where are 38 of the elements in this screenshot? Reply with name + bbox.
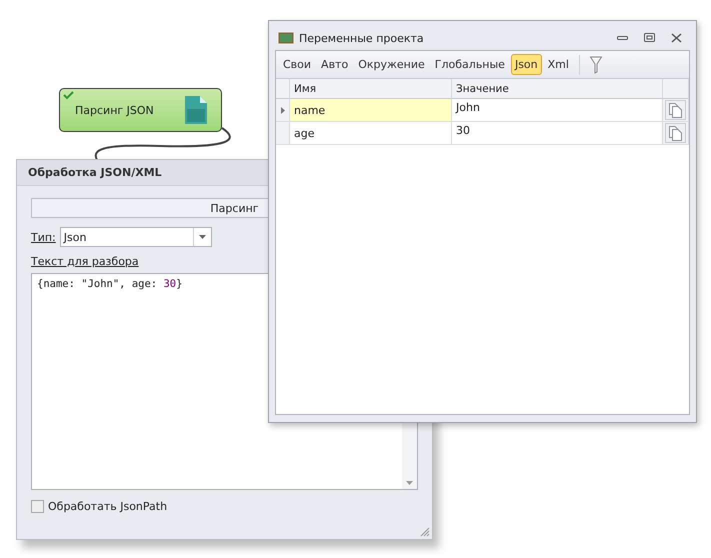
file-icon [185, 96, 207, 124]
row-header-cell[interactable] [276, 99, 290, 122]
filter-icon[interactable] [590, 56, 602, 74]
board-icon [278, 32, 294, 44]
row-header-cell[interactable] [276, 122, 290, 145]
scroll-down-icon [406, 481, 413, 485]
copy-icon [669, 102, 682, 118]
caret-icon [198, 235, 206, 239]
variable-value-cell[interactable]: 30 [452, 122, 663, 145]
filter-tab[interactable]: Глобальные [430, 54, 509, 75]
close-icon[interactable] [671, 33, 682, 43]
jsonpath-checkbox[interactable] [31, 500, 44, 513]
flow-node[interactable]: Парсинг JSON [59, 88, 222, 132]
code-field[interactable]: {name: "John", age: 30} [32, 274, 188, 294]
variable-name-cell[interactable]: age [290, 122, 452, 145]
restore-icon[interactable] [644, 33, 655, 43]
jsonpath-label: Обработать JsonPath [48, 500, 168, 513]
copy-icon [669, 126, 682, 140]
variable-value-cell[interactable]: John [452, 99, 663, 122]
filter-tab[interactable]: Свои [279, 54, 316, 75]
column-header[interactable]: Имя [290, 79, 452, 99]
minimize-icon[interactable] [617, 33, 628, 43]
text-label: Текст для разбора [31, 255, 140, 268]
column-header[interactable]: Значение [452, 79, 663, 99]
resize-grip-icon [420, 527, 430, 537]
filter-tab[interactable]: Окружение [354, 54, 429, 75]
filter-tab[interactable]: Авто [317, 54, 352, 75]
type-dropdown[interactable]: Json [60, 227, 212, 247]
filter-tab[interactable]: Xml [544, 54, 573, 75]
node-title: Парсинг JSON [75, 104, 155, 116]
window-title: Переменные проекта [299, 32, 425, 44]
header-corner-cell [276, 79, 290, 99]
copy-button[interactable] [665, 123, 686, 143]
variable-name-cell[interactable]: name [290, 99, 452, 122]
filter-tab[interactable]: Json [510, 54, 542, 75]
type-label: Тип: [31, 230, 56, 244]
copy-button[interactable] [665, 100, 686, 120]
row-pointer-icon [280, 106, 284, 114]
